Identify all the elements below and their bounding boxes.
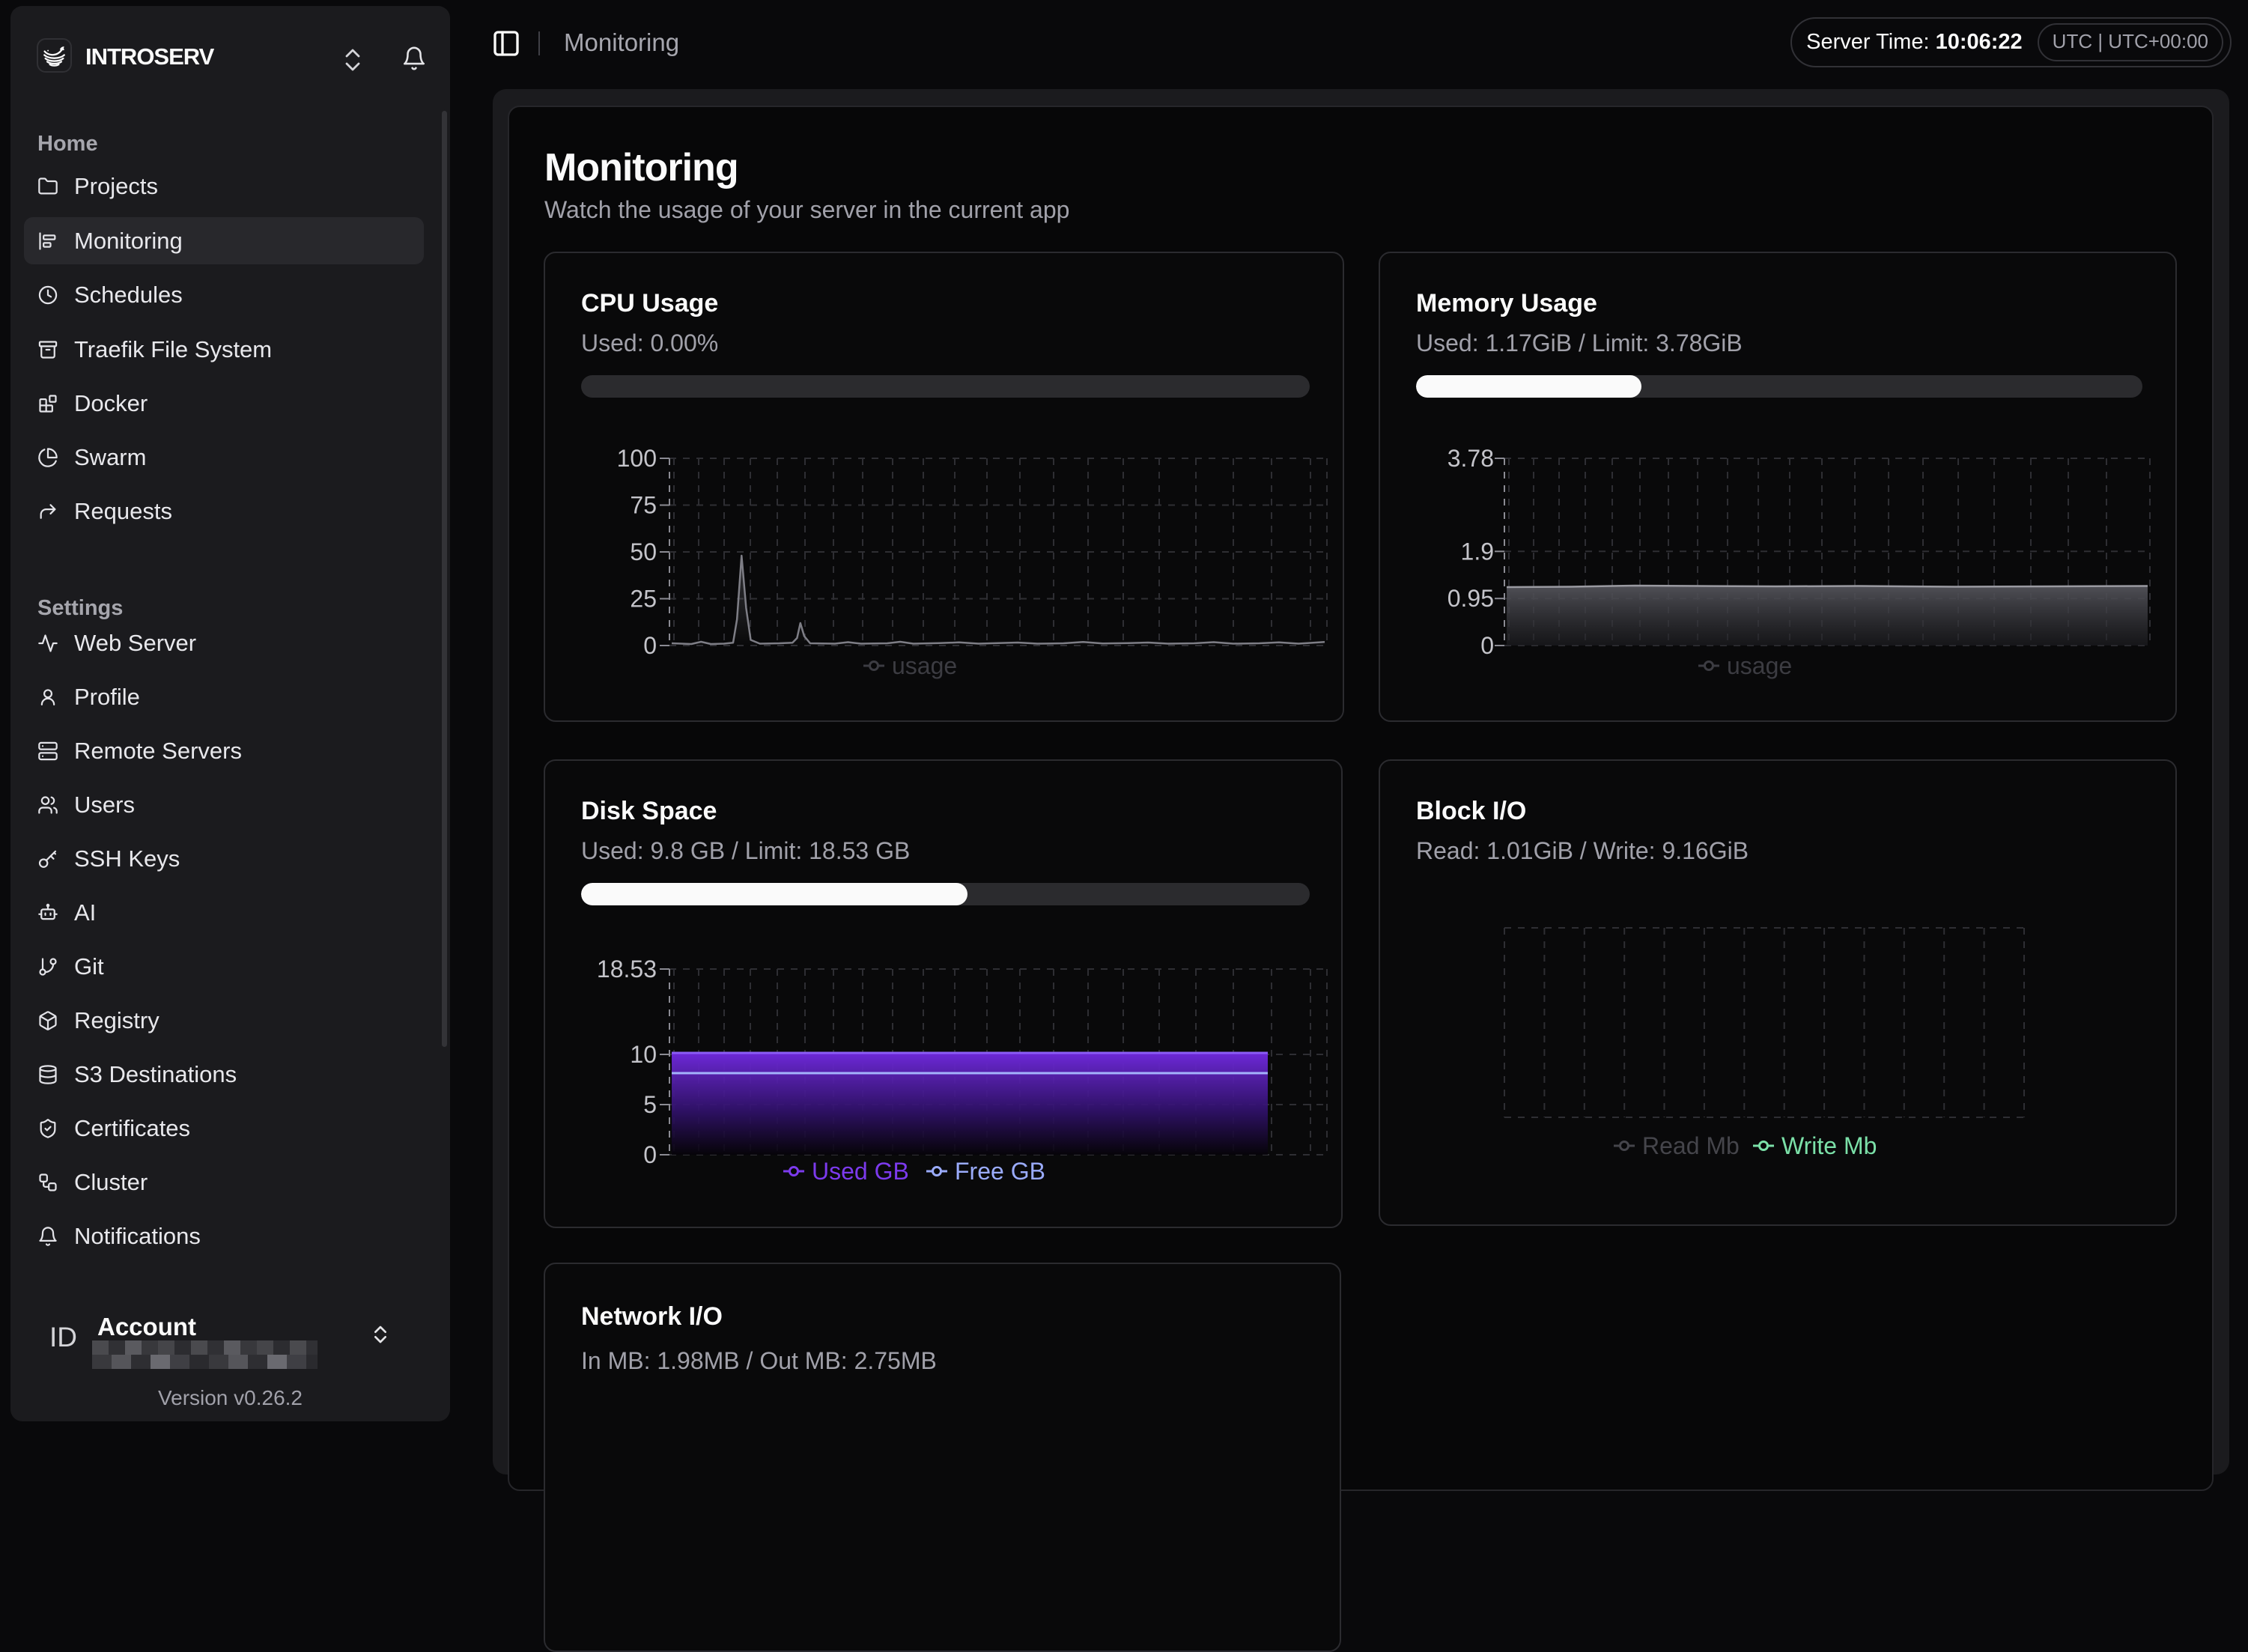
svg-text:0: 0 (1480, 632, 1494, 659)
svg-text:usage: usage (892, 652, 957, 679)
svg-text:Read Mb: Read Mb (1642, 1132, 1740, 1159)
svg-text:10: 10 (630, 1041, 657, 1068)
svg-text:Used GB: Used GB (812, 1158, 909, 1185)
svg-text:5: 5 (643, 1091, 657, 1118)
svg-text:75: 75 (630, 492, 657, 519)
svg-text:1.9: 1.9 (1461, 538, 1494, 565)
svg-text:25: 25 (630, 586, 657, 613)
svg-text:50: 50 (630, 538, 657, 565)
svg-text:100: 100 (617, 445, 657, 472)
svg-text:Free GB: Free GB (955, 1158, 1045, 1185)
svg-text:0.95: 0.95 (1447, 585, 1494, 612)
svg-text:18.53: 18.53 (597, 956, 657, 983)
svg-text:Write Mb: Write Mb (1781, 1132, 1877, 1159)
svg-text:0: 0 (643, 632, 657, 659)
svg-text:0: 0 (643, 1141, 657, 1168)
svg-text:3.78: 3.78 (1447, 445, 1494, 472)
svg-text:usage: usage (1727, 652, 1792, 679)
